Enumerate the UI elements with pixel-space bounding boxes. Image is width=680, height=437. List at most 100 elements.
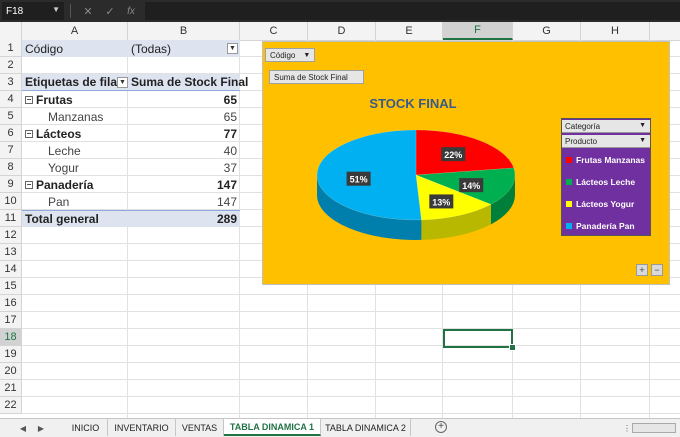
collapse-icon[interactable]: −: [25, 129, 33, 138]
legend-swatch: [566, 223, 572, 229]
row-header-5[interactable]: 5: [0, 108, 22, 125]
fill-handle[interactable]: [509, 344, 516, 351]
pivot-group-value: 147: [216, 177, 237, 192]
row-labels-dropdown-button[interactable]: ▼: [117, 77, 128, 88]
row-header-14[interactable]: 14: [0, 261, 22, 278]
column-header-g[interactable]: G: [513, 22, 581, 40]
legend-filter-producto[interactable]: Producto ▼: [562, 135, 650, 148]
collapse-icon[interactable]: −: [25, 95, 33, 104]
select-all-corner[interactable]: [0, 22, 22, 40]
gridline-row: [22, 396, 680, 397]
sheet-tab[interactable]: TABLA DINAMICA 2: [321, 419, 411, 436]
add-sheet-button[interactable]: +: [435, 421, 447, 433]
name-box[interactable]: F18 ▼: [2, 2, 64, 20]
row-header-21[interactable]: 21: [0, 380, 22, 397]
gridline-row: [22, 345, 680, 346]
legend-filter-categoria-label: Categoría: [565, 121, 601, 131]
column-header-a[interactable]: A: [22, 22, 128, 40]
collapse-icon[interactable]: −: [25, 180, 33, 189]
row-header-11[interactable]: 11: [0, 210, 22, 227]
horizontal-scrollbar[interactable]: [632, 423, 676, 433]
sheet-tab[interactable]: VENTAS: [176, 419, 224, 436]
chevron-down-icon: ▼: [639, 137, 646, 144]
row-header-3[interactable]: 3: [0, 74, 22, 91]
row-labels-header-text: Etiquetas de fila: [25, 75, 118, 89]
column-header-c[interactable]: C: [240, 22, 308, 40]
row-header-17[interactable]: 17: [0, 312, 22, 329]
pivot-group-label: Panadería: [36, 177, 94, 192]
pie-data-label: 51%: [346, 171, 371, 186]
row-header-20[interactable]: 20: [0, 363, 22, 380]
value-header: Suma de Stock Final: [128, 74, 248, 91]
pivot-group-row[interactable]: − Panadería: [22, 176, 128, 193]
pie-data-label-text: 51%: [350, 175, 368, 185]
zoom-out-button[interactable]: −: [651, 264, 663, 276]
name-box-value: F18: [6, 5, 24, 17]
chevron-down-icon[interactable]: ▼: [52, 5, 60, 14]
column-header-h[interactable]: H: [581, 22, 650, 40]
zoom-in-button[interactable]: +: [636, 264, 648, 276]
sheet-tab[interactable]: INVENTARIO: [108, 419, 176, 436]
row-header-2[interactable]: 2: [0, 57, 22, 74]
row-labels-header[interactable]: Etiquetas de fila: [22, 74, 128, 91]
pivot-item-value: 40: [223, 143, 237, 158]
row-header-12[interactable]: 12: [0, 227, 22, 244]
gridline-row: [22, 413, 680, 414]
row-header-15[interactable]: 15: [0, 278, 22, 295]
cancel-icon[interactable]: ✕: [77, 5, 99, 18]
pivot-item-label: Pan: [48, 194, 70, 209]
grand-total-value: 289: [128, 210, 240, 227]
row-header-22[interactable]: 22: [0, 397, 22, 414]
filter-dropdown-button[interactable]: ▼: [227, 43, 238, 54]
column-header-f[interactable]: F: [443, 22, 513, 40]
pivot-item-value: 147: [216, 194, 237, 209]
column-header-b[interactable]: B: [128, 22, 240, 40]
row-header-4[interactable]: 4: [0, 91, 22, 108]
pivot-filter-label: Código: [22, 40, 128, 57]
column-header-d[interactable]: D: [308, 22, 376, 40]
row-header-18[interactable]: 18: [0, 329, 22, 346]
pivot-chart[interactable]: Código ▼ Suma de Stock Final STOCK FINAL…: [262, 41, 670, 285]
next-sheet-icon[interactable]: ▶: [34, 419, 48, 437]
formula-bar: F18 ▼ ✕ ✓ fx: [0, 0, 680, 22]
row-header-9[interactable]: 9: [0, 176, 22, 193]
sheet-tab[interactable]: INICIO: [64, 419, 108, 436]
grand-total-label: Total general: [22, 210, 128, 227]
pivot-group-value: 77: [223, 126, 237, 141]
legend-label: Frutas Manzanas: [576, 155, 645, 165]
gridline-row: [22, 294, 680, 295]
divider: [70, 4, 71, 18]
pivot-item-label: Yogur: [48, 160, 79, 175]
formula-input[interactable]: [145, 2, 680, 20]
pivot-group-label: Frutas: [36, 92, 73, 107]
pie-data-label: 13%: [429, 194, 454, 209]
legend-swatch: [566, 157, 572, 163]
row-header-19[interactable]: 19: [0, 346, 22, 363]
pivot-item-value: 65: [223, 109, 237, 124]
legend-swatch: [566, 201, 572, 207]
row-header-10[interactable]: 10: [0, 193, 22, 210]
column-header-e[interactable]: E: [376, 22, 443, 40]
gridline-row: [22, 328, 680, 329]
enter-icon[interactable]: ✓: [99, 5, 121, 18]
pivot-group-row[interactable]: − Lácteos: [22, 125, 128, 142]
column-headers: ABCDEFGH: [22, 22, 680, 41]
pivot-item-label: Leche: [48, 143, 81, 158]
pie-data-label-text: 13%: [432, 197, 450, 207]
row-header-6[interactable]: 6: [0, 125, 22, 142]
gridline-row: [22, 379, 680, 380]
row-header-8[interactable]: 8: [0, 159, 22, 176]
selected-cell[interactable]: [443, 329, 513, 348]
row-header-16[interactable]: 16: [0, 295, 22, 312]
row-header-1[interactable]: 1: [0, 40, 22, 57]
row-header-13[interactable]: 13: [0, 244, 22, 261]
row-header-7[interactable]: 7: [0, 142, 22, 159]
legend-label: Lácteos Yogur: [576, 199, 635, 209]
pivot-group-row[interactable]: − Frutas: [22, 91, 128, 108]
pivot-item-value: 37: [223, 160, 237, 175]
sheet-tab[interactable]: TABLA DINAMICA 1: [224, 419, 321, 436]
insert-function-icon[interactable]: fx: [121, 6, 141, 17]
prev-sheet-icon[interactable]: ◀: [16, 419, 30, 437]
legend-filter-categoria[interactable]: Categoría ▼: [562, 120, 650, 133]
chart-legend: Categoría ▼ Producto ▼ Frutas Manzanas Lá…: [561, 118, 651, 236]
